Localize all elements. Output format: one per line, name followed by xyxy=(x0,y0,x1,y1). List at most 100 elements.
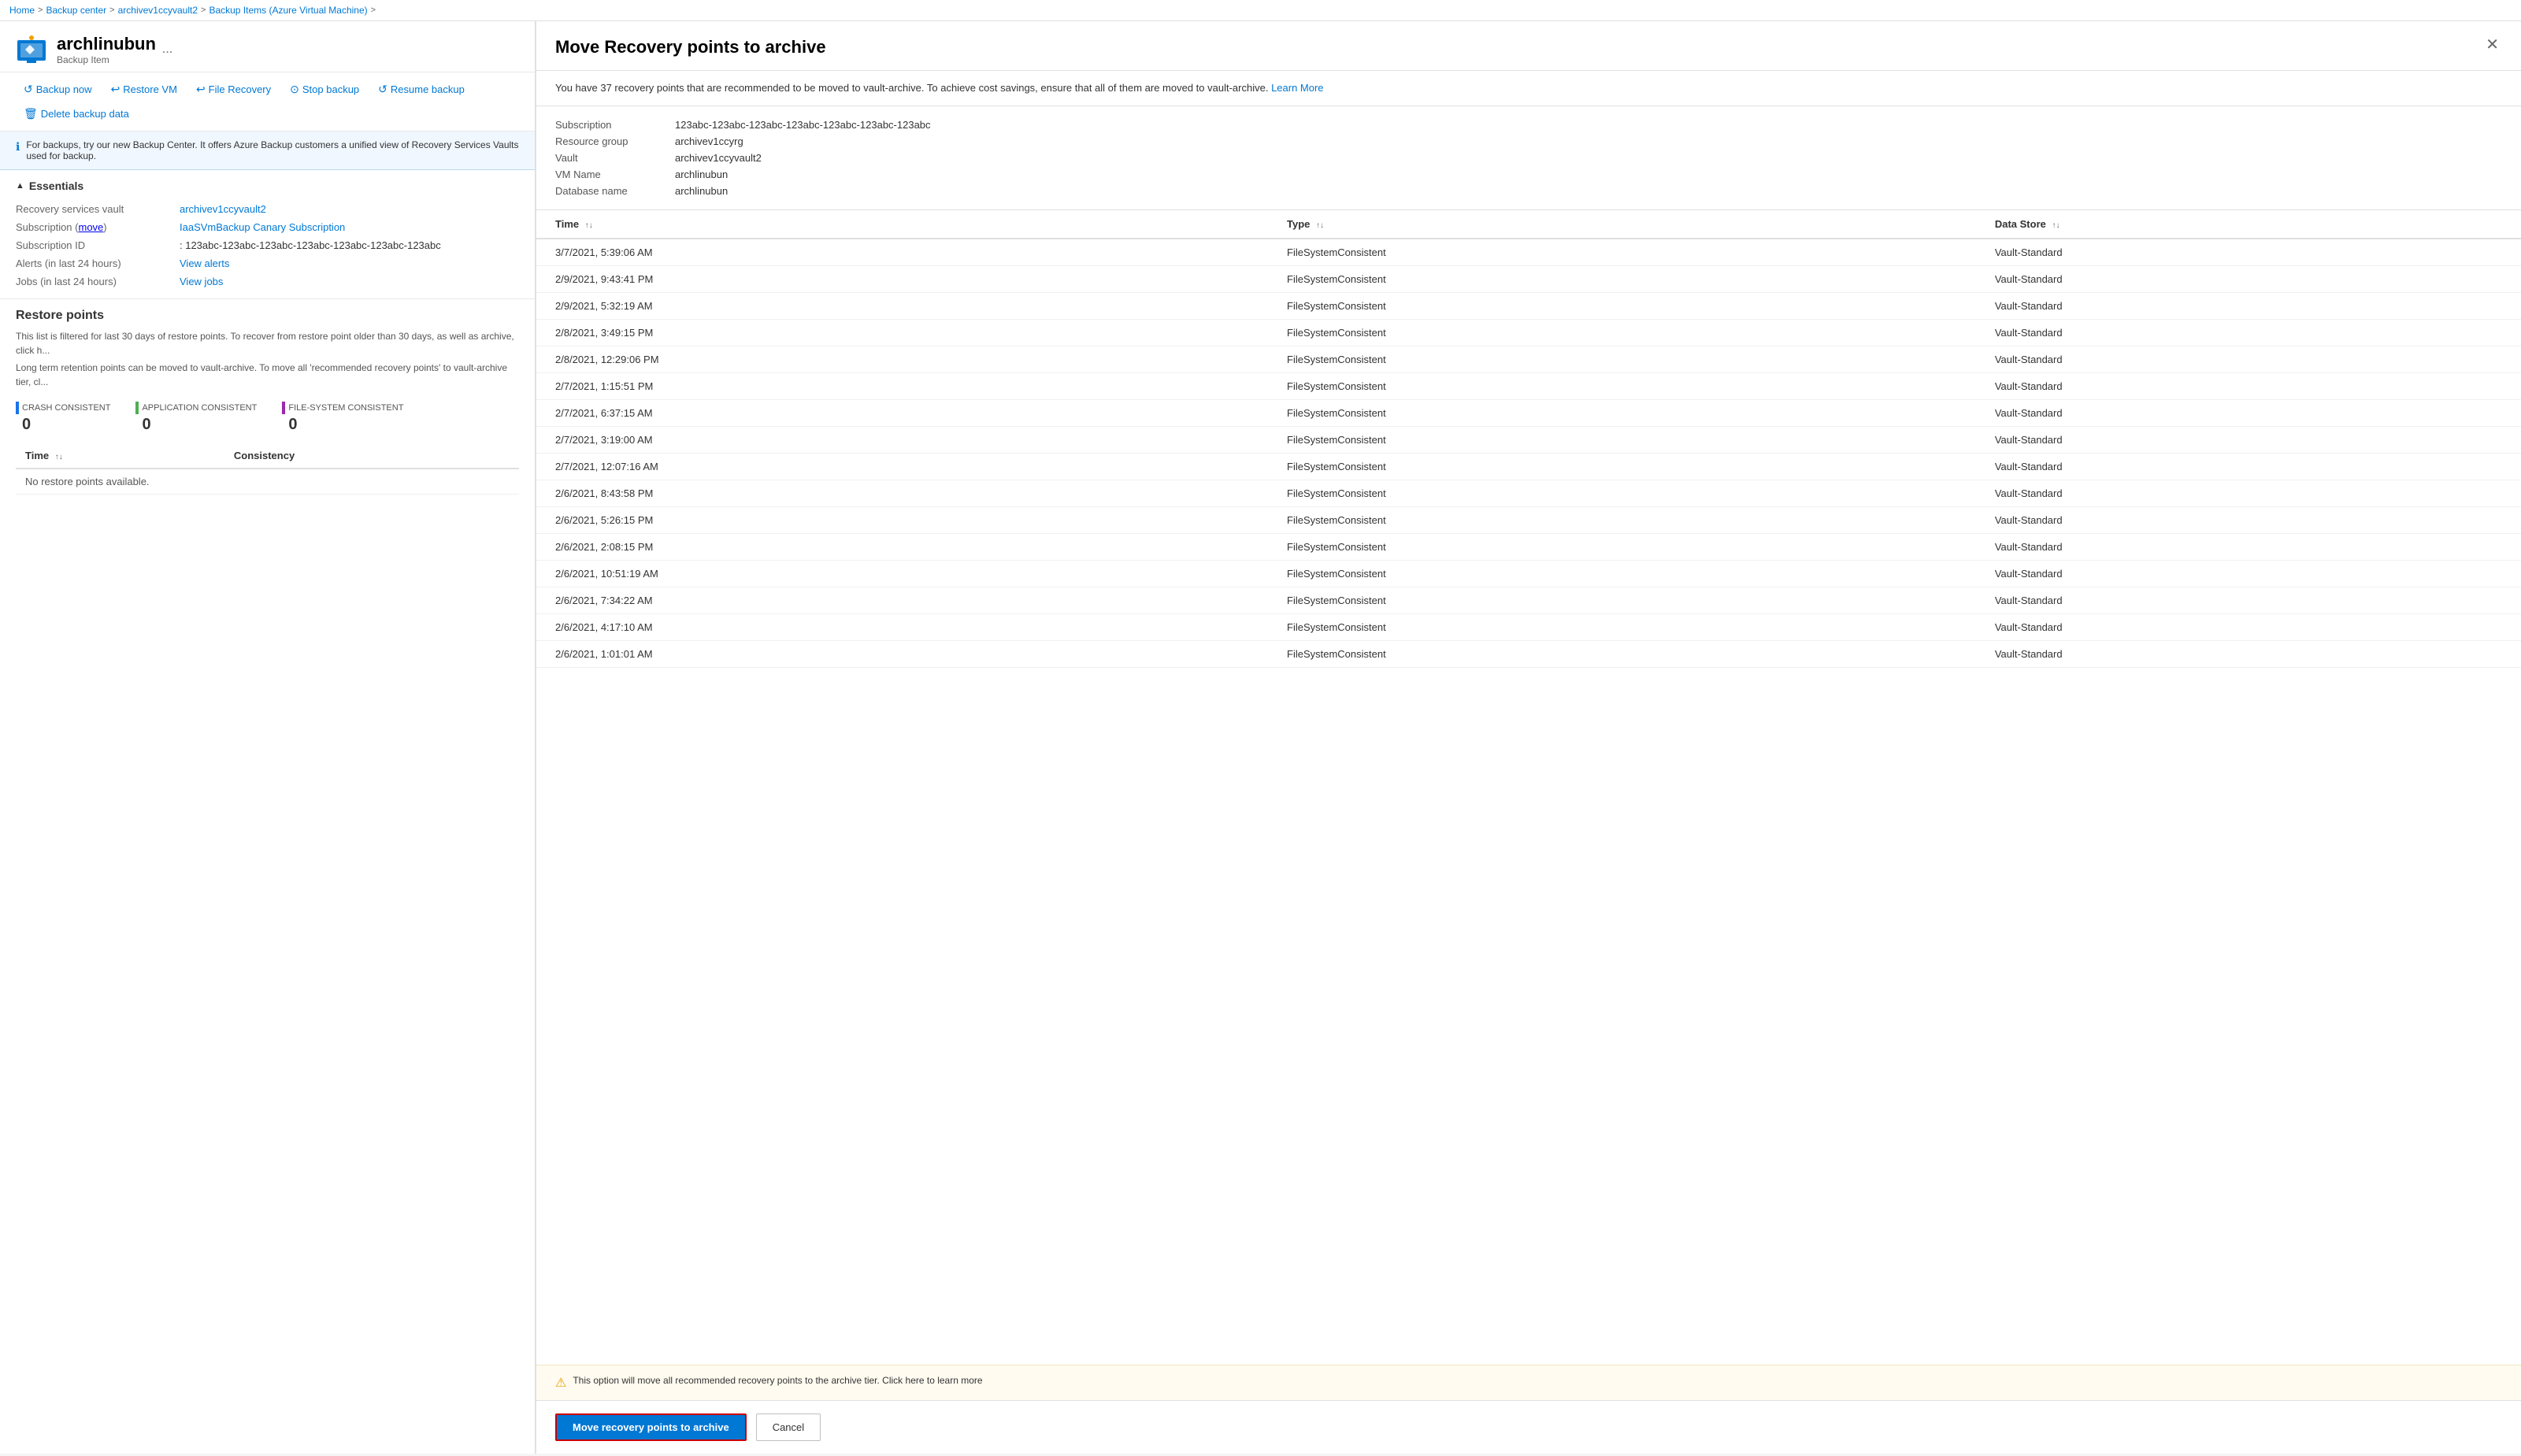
header-text: archlinubun Backup Item xyxy=(57,34,156,65)
panel-row-type: FileSystemConsistent xyxy=(1268,292,1976,319)
panel-row-type: FileSystemConsistent xyxy=(1268,399,1976,426)
breadcrumb-sep-3: > xyxy=(201,6,206,15)
panel-row-data-store: Vault-Standard xyxy=(1976,506,2521,533)
vm-icon xyxy=(16,34,47,65)
vm-name-field-value: archlinubun xyxy=(675,169,2502,180)
time-column-header[interactable]: Time ↑↓ xyxy=(16,443,224,469)
panel-table-row: 2/7/2021, 3:19:00 AM FileSystemConsisten… xyxy=(536,426,2521,453)
file-recovery-button[interactable]: ↩ File Recovery xyxy=(188,79,279,100)
panel-row-type: FileSystemConsistent xyxy=(1268,346,1976,372)
panel-row-data-store: Vault-Standard xyxy=(1976,480,2521,506)
panel-row-type: FileSystemConsistent xyxy=(1268,640,1976,667)
panel-time-sort-icon: ↑↓ xyxy=(585,221,593,230)
subscription-move-link[interactable]: move xyxy=(78,221,103,233)
panel-table-row: 2/6/2021, 2:08:15 PM FileSystemConsisten… xyxy=(536,533,2521,560)
panel-row-type: FileSystemConsistent xyxy=(1268,613,1976,640)
panel-table-row: 2/7/2021, 6:37:15 AM FileSystemConsisten… xyxy=(536,399,2521,426)
panel-row-data-store: Vault-Standard xyxy=(1976,587,2521,613)
no-data-message: No restore points available. xyxy=(16,469,519,495)
restore-section-title: Restore points xyxy=(16,309,519,323)
panel-row-data-store: Vault-Standard xyxy=(1976,239,2521,266)
panel-table-row: 3/7/2021, 5:39:06 AM FileSystemConsisten… xyxy=(536,239,2521,266)
breadcrumb-vault[interactable]: archivev1ccyvault2 xyxy=(118,5,198,16)
resource-group-field-label: Resource group xyxy=(555,135,665,147)
crash-consistent-stat: CRASH CONSISTENT 0 xyxy=(16,402,110,434)
jobs-link[interactable]: View jobs xyxy=(180,276,223,287)
jobs-label: Jobs (in last 24 hours) xyxy=(16,274,173,289)
vault-link[interactable]: archivev1ccyvault2 xyxy=(180,203,266,215)
resume-backup-icon: ↺ xyxy=(378,83,387,96)
essentials-grid: Recovery services vault archivev1ccyvaul… xyxy=(16,202,519,289)
stop-backup-icon: ⊙ xyxy=(290,83,299,96)
alerts-link[interactable]: View alerts xyxy=(180,257,229,269)
restore-vm-button[interactable]: ↩ Restore VM xyxy=(103,79,185,100)
subscription-id-label: Subscription ID xyxy=(16,238,173,253)
panel-row-time: 2/7/2021, 12:07:16 AM xyxy=(536,453,1268,480)
panel-row-type: FileSystemConsistent xyxy=(1268,372,1976,399)
essentials-section: ▲ Essentials Recovery services vault arc… xyxy=(0,170,535,299)
essentials-header[interactable]: ▲ Essentials xyxy=(16,180,519,192)
stop-backup-button[interactable]: ⊙ Stop backup xyxy=(282,79,367,100)
panel-row-time: 2/8/2021, 3:49:15 PM xyxy=(536,319,1268,346)
panel-type-header[interactable]: Type ↑↓ xyxy=(1268,210,1976,239)
consistency-column-header: Consistency xyxy=(224,443,519,469)
panel-table-row: 2/7/2021, 12:07:16 AM FileSystemConsiste… xyxy=(536,453,2521,480)
panel-row-data-store: Vault-Standard xyxy=(1976,399,2521,426)
panel-row-type: FileSystemConsistent xyxy=(1268,533,1976,560)
panel-row-time: 2/6/2021, 4:17:10 AM xyxy=(536,613,1268,640)
file-consistent-label: FILE-SYSTEM CONSISTENT xyxy=(282,402,403,414)
page-title: archlinubun xyxy=(57,34,156,54)
panel-warning: ⚠ This option will move all recommended … xyxy=(536,1365,2521,1400)
backup-now-button[interactable]: ↺ Backup now xyxy=(16,79,100,100)
file-consistent-stat: FILE-SYSTEM CONSISTENT 0 xyxy=(282,402,403,434)
move-recovery-points-button[interactable]: Move recovery points to archive xyxy=(555,1413,747,1441)
panel-row-data-store: Vault-Standard xyxy=(1976,319,2521,346)
more-options-button[interactable]: ... xyxy=(162,43,172,57)
panel-row-data-store: Vault-Standard xyxy=(1976,533,2521,560)
vault-value: archivev1ccyvault2 xyxy=(180,202,519,217)
time-sort-icon: ↑↓ xyxy=(55,453,63,461)
info-icon: ℹ xyxy=(16,140,20,154)
app-consistent-stat: APPLICATION CONSISTENT 0 xyxy=(135,402,257,434)
alerts-value: View alerts xyxy=(180,256,519,271)
subscription-link[interactable]: IaaSVmBackup Canary Subscription xyxy=(180,221,345,233)
panel-time-header[interactable]: Time ↑↓ xyxy=(536,210,1268,239)
panel-row-time: 2/6/2021, 5:26:15 PM xyxy=(536,506,1268,533)
panel-table-row: 2/6/2021, 8:43:58 PM FileSystemConsisten… xyxy=(536,480,2521,506)
panel-row-time: 2/6/2021, 1:01:01 AM xyxy=(536,640,1268,667)
cancel-button[interactable]: Cancel xyxy=(756,1413,821,1441)
breadcrumb: Home > Backup center > archivev1ccyvault… xyxy=(0,0,2521,21)
info-banner: ℹ For backups, try our new Backup Center… xyxy=(0,132,535,170)
resource-group-field-value: archivev1ccyrg xyxy=(675,135,2502,147)
breadcrumb-home[interactable]: Home xyxy=(9,5,35,16)
subscription-value: IaaSVmBackup Canary Subscription xyxy=(180,220,519,235)
warning-text: This option will move all recommended re… xyxy=(573,1375,982,1386)
panel-row-time: 2/6/2021, 8:43:58 PM xyxy=(536,480,1268,506)
consistency-stats: CRASH CONSISTENT 0 APPLICATION CONSISTEN… xyxy=(16,402,519,434)
resume-backup-button[interactable]: ↺ Resume backup xyxy=(370,79,473,100)
learn-more-link[interactable]: Learn More xyxy=(1271,82,1323,94)
page-header: archlinubun Backup Item ... xyxy=(0,21,535,72)
panel-type-sort-icon: ↑↓ xyxy=(1316,221,1324,230)
panel-row-time: 2/7/2021, 3:19:00 AM xyxy=(536,426,1268,453)
left-panel: archlinubun Backup Item ... ↺ Backup now… xyxy=(0,21,536,1454)
breadcrumb-sep-2: > xyxy=(109,6,114,15)
right-panel: Move Recovery points to archive ✕ You ha… xyxy=(536,21,2521,1454)
panel-table-row: 2/6/2021, 4:17:10 AM FileSystemConsisten… xyxy=(536,613,2521,640)
backup-now-label: Backup now xyxy=(36,83,92,95)
essentials-chevron: ▲ xyxy=(16,181,24,191)
panel-row-time: 2/9/2021, 5:32:19 AM xyxy=(536,292,1268,319)
delete-backup-data-button[interactable]: 🗑 Delete backup data xyxy=(16,103,137,124)
stop-backup-label: Stop backup xyxy=(302,83,359,95)
restore-vm-label: Restore VM xyxy=(123,83,177,95)
panel-close-button[interactable]: ✕ xyxy=(2482,37,2502,53)
breadcrumb-sep-4: > xyxy=(371,6,376,15)
panel-row-type: FileSystemConsistent xyxy=(1268,506,1976,533)
subscription-field-value: 123abc-123abc-123abc-123abc-123abc-123ab… xyxy=(675,119,2502,131)
delete-backup-data-label: Delete backup data xyxy=(41,108,129,120)
delete-icon: 🗑 xyxy=(24,107,38,120)
breadcrumb-backup-items[interactable]: Backup Items (Azure Virtual Machine) xyxy=(209,5,367,16)
panel-row-type: FileSystemConsistent xyxy=(1268,453,1976,480)
panel-data-store-header[interactable]: Data Store ↑↓ xyxy=(1976,210,2521,239)
breadcrumb-backup-center[interactable]: Backup center xyxy=(46,5,106,16)
